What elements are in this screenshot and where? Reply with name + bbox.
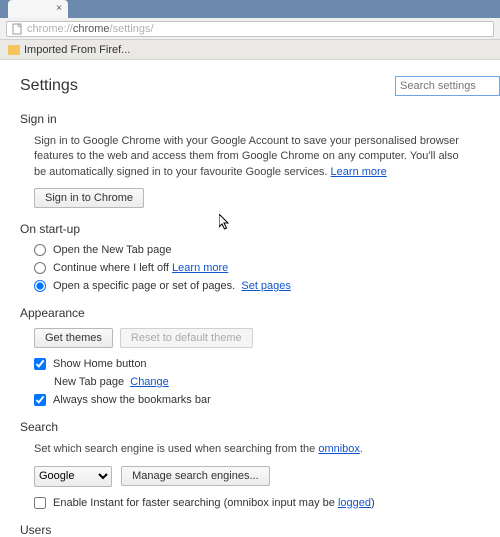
radio-continue[interactable] [34, 262, 46, 274]
signin-body: Sign in to Google Chrome with your Googl… [20, 134, 465, 208]
bookmarks-bar: Imported From Firef... [0, 40, 500, 60]
enable-instant-row[interactable]: Enable Instant for faster searching (omn… [34, 497, 500, 509]
url-rest: /settings/ [110, 23, 154, 35]
page-title: Settings [20, 77, 395, 95]
search-engine-row: Google Manage search engines... [34, 458, 500, 487]
home-page-row: New Tab page Change [54, 376, 500, 388]
url-scheme: chrome:// [27, 23, 73, 35]
radio-label: Open a specific page or set of pages. [53, 280, 235, 292]
omnibox-row: chrome://chrome/settings/ [0, 18, 500, 40]
home-page-label: New Tab page [54, 376, 124, 388]
omnibox-link[interactable]: omnibox [318, 443, 360, 455]
browser-tab[interactable]: × [8, 0, 68, 18]
users-heading: Users [20, 523, 500, 537]
appearance-body: Get themes Reset to default theme Show H… [20, 328, 500, 406]
radio-specific[interactable] [34, 280, 46, 292]
startup-heading: On start-up [20, 222, 500, 236]
search-body: Set which search engine is used when sea… [20, 442, 500, 508]
checkbox-label: Enable Instant for faster searching (omn… [53, 497, 375, 509]
close-icon[interactable]: × [56, 4, 62, 14]
checkbox-label: Show Home button [53, 358, 147, 370]
reset-theme-button: Reset to default theme [120, 328, 253, 348]
url-host: chrome [73, 23, 110, 35]
settings-page: Settings Sign in Sign in to Google Chrom… [0, 60, 500, 537]
tab-strip: × [0, 0, 500, 18]
show-bookmarks-checkbox[interactable] [34, 394, 46, 406]
signin-heading: Sign in [20, 112, 500, 126]
checkbox-label: Always show the bookmarks bar [53, 394, 211, 406]
manage-search-button[interactable]: Manage search engines... [121, 466, 270, 486]
page-icon [11, 23, 23, 35]
enable-instant-checkbox[interactable] [34, 497, 46, 509]
radio-label: Continue where I left off [53, 262, 169, 274]
startup-opt-continue[interactable]: Continue where I left off Learn more [34, 262, 500, 274]
get-themes-button[interactable]: Get themes [34, 328, 113, 348]
bookmark-label: Imported From Firef... [24, 44, 130, 56]
startup-opt-newtab[interactable]: Open the New Tab page [34, 244, 500, 256]
bookmark-folder-imported[interactable]: Imported From Firef... [8, 44, 130, 56]
startup-body: Open the New Tab page Continue where I l… [20, 244, 500, 292]
appearance-heading: Appearance [20, 306, 500, 320]
search-engine-select[interactable]: Google [34, 466, 112, 487]
startup-opt-specific[interactable]: Open a specific page or set of pages. Se… [34, 280, 500, 292]
search-heading: Search [20, 420, 500, 434]
signin-desc: Sign in to Google Chrome with your Googl… [34, 135, 459, 178]
logged-link[interactable]: logged [338, 497, 371, 509]
show-home-checkbox[interactable] [34, 358, 46, 370]
startup-set-pages-link[interactable]: Set pages [241, 280, 291, 292]
show-home-checkbox-row[interactable]: Show Home button [34, 358, 500, 370]
radio-newtab[interactable] [34, 244, 46, 256]
folder-icon [8, 45, 20, 55]
signin-button[interactable]: Sign in to Chrome [34, 188, 144, 208]
instant-prefix: Enable Instant for faster searching (omn… [53, 497, 338, 509]
radio-label: Open the New Tab page [53, 244, 171, 256]
signin-learn-more-link[interactable]: Learn more [331, 166, 387, 178]
search-desc: Set which search engine is used when sea… [34, 443, 318, 455]
omnibox[interactable]: chrome://chrome/settings/ [6, 21, 494, 37]
show-bookmarks-row[interactable]: Always show the bookmarks bar [34, 394, 500, 406]
startup-continue-learn-link[interactable]: Learn more [172, 262, 228, 274]
instant-suffix: ) [371, 497, 375, 509]
page-header: Settings [20, 76, 500, 96]
search-input[interactable] [395, 76, 500, 96]
change-home-link[interactable]: Change [130, 376, 169, 388]
